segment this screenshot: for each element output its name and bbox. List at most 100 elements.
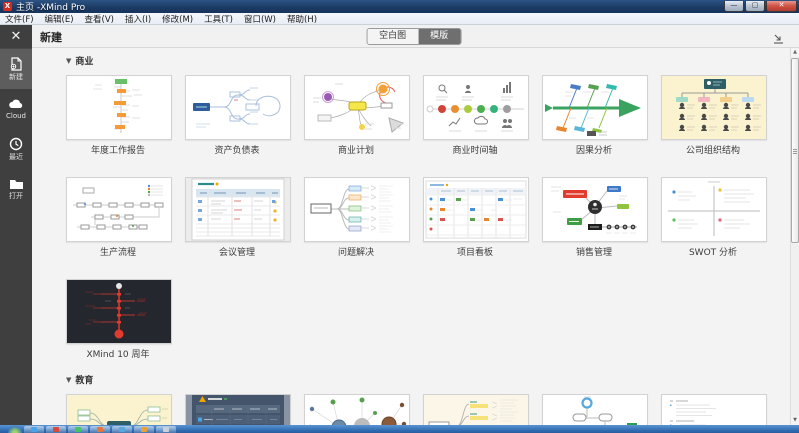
sidebar-item-open[interactable]: 打开 bbox=[0, 169, 32, 209]
sidebar-item-label: 新建 bbox=[9, 73, 23, 81]
template-card[interactable]: 会议管理 bbox=[185, 177, 291, 256]
template-label: 生产流程 bbox=[99, 248, 136, 256]
section-label-text: 商业 bbox=[75, 57, 94, 67]
sidebar-item-recent[interactable]: 最近 bbox=[0, 129, 32, 169]
taskbar-app-1[interactable] bbox=[24, 426, 44, 433]
tab-templates[interactable]: 模版 bbox=[418, 29, 461, 44]
minimize-icon[interactable]: — bbox=[724, 0, 744, 12]
template-card[interactable] bbox=[304, 394, 410, 425]
template-label: 问题解决 bbox=[337, 248, 374, 256]
template-label: 销售管理 bbox=[575, 248, 612, 256]
balance-sheet-thumbnail[interactable] bbox=[185, 75, 291, 140]
windows-taskbar[interactable] bbox=[0, 425, 799, 433]
template-card[interactable]: 销售管理 bbox=[542, 177, 648, 256]
collapse-triangle-icon: ▼ bbox=[66, 375, 72, 384]
taskbar-app-5[interactable] bbox=[112, 426, 132, 433]
window-title: 主页 -XMind Pro bbox=[16, 3, 86, 13]
menu-view[interactable]: 查看(V) bbox=[85, 13, 114, 25]
menu-tools[interactable]: 工具(T) bbox=[204, 13, 233, 25]
template-card[interactable]: 项目看板 bbox=[423, 177, 529, 256]
fishbone-thumbnail[interactable] bbox=[542, 75, 648, 140]
scroll-up-icon[interactable]: ▲ bbox=[791, 48, 799, 57]
tab-blank-map[interactable]: 空白图 bbox=[367, 29, 419, 44]
template-gallery: ▼ 商业 年度工作报告 资产负债表 商业计划 商业时间轴 因果分析 公司组织结构… bbox=[32, 48, 790, 425]
section-header-education[interactable]: ▼ 教育 bbox=[66, 373, 790, 387]
menu-help[interactable]: 帮助(H) bbox=[287, 13, 317, 25]
kanban-thumbnail[interactable] bbox=[423, 177, 529, 242]
business-timeline-thumbnail[interactable] bbox=[423, 75, 529, 140]
template-card[interactable]: 资产负债表 bbox=[185, 75, 291, 154]
scrollbar-thumb[interactable] bbox=[791, 58, 799, 243]
xmind-window: X 主页 -XMind Pro — ▢ ✕ 文件(F) 编辑(E) 查看(V) … bbox=[0, 0, 799, 433]
template-card[interactable]: 商业时间轴 bbox=[423, 75, 529, 154]
sales-thumbnail[interactable] bbox=[542, 177, 648, 242]
sidebar-item-label: 最近 bbox=[9, 153, 23, 161]
template-label: 项目看板 bbox=[456, 248, 493, 256]
template-card[interactable]: XMind 10 周年 bbox=[66, 279, 172, 358]
sidebar-item-label: Cloud bbox=[6, 112, 26, 120]
template-card[interactable]: 问题解决 bbox=[304, 177, 410, 256]
template-card[interactable] bbox=[66, 394, 172, 425]
sidebar-item-label: 打开 bbox=[9, 192, 23, 200]
business-plan-thumbnail[interactable] bbox=[304, 75, 410, 140]
edu-table-thumbnail[interactable] bbox=[185, 394, 291, 425]
problem-solving-thumbnail[interactable] bbox=[304, 177, 410, 242]
menu-insert[interactable]: 插入(I) bbox=[125, 13, 151, 25]
taskbar-app-6[interactable] bbox=[134, 426, 154, 433]
template-label: SWOT 分析 bbox=[688, 248, 738, 256]
cloud-icon bbox=[8, 98, 24, 112]
edu-mindmap-thumbnail[interactable] bbox=[66, 394, 172, 425]
taskbar-app-2[interactable] bbox=[46, 426, 66, 433]
vertical-scrollbar[interactable]: ▲ ▼ bbox=[790, 48, 799, 425]
template-card[interactable]: 生产流程 bbox=[66, 177, 172, 256]
org-chart-thumbnail[interactable] bbox=[661, 75, 767, 140]
sidebar-item-new[interactable]: 新建 bbox=[0, 49, 32, 89]
production-flow-thumbnail[interactable] bbox=[66, 177, 172, 242]
main-panel: 新建 空白图 模版 ▼ 商业 年度工作报告 资产负债表 商业计划 商业时间轴 因… bbox=[32, 25, 799, 425]
menu-file[interactable]: 文件(F) bbox=[5, 13, 34, 25]
template-card[interactable]: 公司组织结构 bbox=[661, 75, 767, 154]
edu-outline-thumbnail[interactable] bbox=[661, 394, 767, 425]
scroll-down-icon[interactable]: ▼ bbox=[791, 416, 799, 425]
template-card[interactable]: 商业计划 bbox=[304, 75, 410, 154]
template-label: 公司组织结构 bbox=[685, 146, 740, 154]
anniversary-thumbnail[interactable] bbox=[66, 279, 172, 344]
edu-flowchart-thumbnail[interactable] bbox=[542, 394, 648, 425]
template-card[interactable] bbox=[423, 394, 529, 425]
maximize-icon[interactable]: ▢ bbox=[745, 0, 765, 12]
annual-report-thumbnail[interactable] bbox=[66, 75, 172, 140]
menu-window[interactable]: 窗口(W) bbox=[244, 13, 276, 25]
section-header-business[interactable]: ▼ 商业 bbox=[66, 54, 790, 68]
open-folder-icon bbox=[9, 178, 24, 192]
section-label-text: 教育 bbox=[75, 376, 94, 386]
template-label: XMind 10 周年 bbox=[86, 350, 150, 358]
taskbar-app-4[interactable] bbox=[90, 426, 110, 433]
template-card[interactable] bbox=[661, 394, 767, 425]
template-card[interactable]: 年度工作报告 bbox=[66, 75, 172, 154]
menu-modify[interactable]: 修改(M) bbox=[162, 13, 193, 25]
education-template-grid bbox=[66, 394, 790, 425]
meeting-table-thumbnail[interactable] bbox=[185, 177, 291, 242]
template-label: 资产负债表 bbox=[214, 146, 260, 154]
taskbar-app-7[interactable] bbox=[156, 426, 176, 433]
import-template-icon[interactable] bbox=[772, 30, 785, 44]
template-label: 商业时间轴 bbox=[452, 146, 498, 154]
close-icon[interactable]: ✕ bbox=[766, 0, 797, 12]
edu-cream-map-thumbnail[interactable] bbox=[423, 394, 529, 425]
sidebar: ✕ 新建 Cloud 最近 打开 bbox=[0, 25, 32, 425]
view-toggle: 空白图 模版 bbox=[366, 28, 462, 45]
template-label: 因果分析 bbox=[575, 146, 612, 154]
taskbar-app-3[interactable] bbox=[68, 426, 88, 433]
template-card[interactable]: SWOT 分析 bbox=[661, 177, 767, 256]
edu-network-thumbnail[interactable] bbox=[304, 394, 410, 425]
business-template-grid: 年度工作报告 资产负债表 商业计划 商业时间轴 因果分析 公司组织结构 生产流程… bbox=[66, 75, 790, 358]
sidebar-item-cloud[interactable]: Cloud bbox=[0, 89, 32, 129]
xmind-logo-icon: X bbox=[3, 2, 12, 11]
template-card[interactable] bbox=[185, 394, 291, 425]
swot-thumbnail[interactable] bbox=[661, 177, 767, 242]
menu-edit[interactable]: 编辑(E) bbox=[45, 13, 74, 25]
sidebar-close-icon[interactable]: ✕ bbox=[0, 25, 32, 49]
start-orb-icon[interactable] bbox=[8, 426, 22, 433]
template-card[interactable]: 因果分析 bbox=[542, 75, 648, 154]
template-card[interactable] bbox=[542, 394, 648, 425]
